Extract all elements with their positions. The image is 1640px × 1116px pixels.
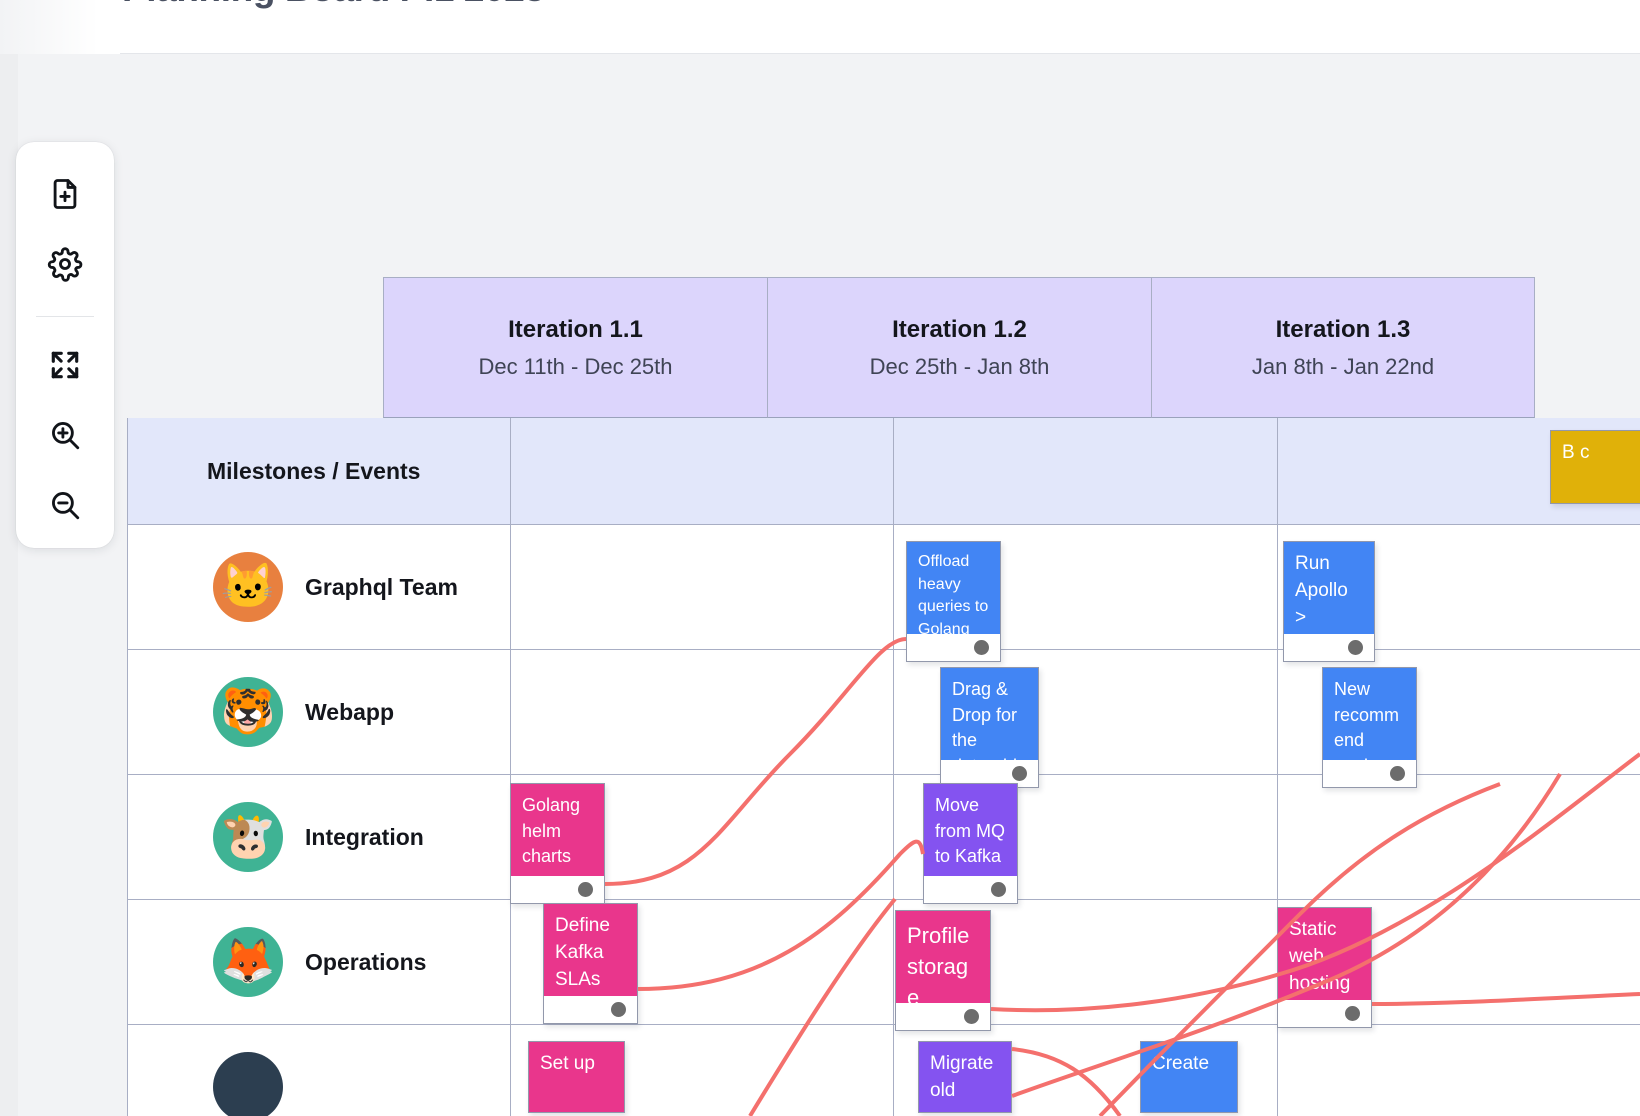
avatar: 🐯 bbox=[213, 677, 283, 747]
iteration-header-row: Iteration 1.1 Dec 11th - Dec 25th Iteratio… bbox=[383, 277, 1535, 418]
task-card-title: Move from MQ to Kafka bbox=[924, 784, 1017, 876]
team-name: Graphql Team bbox=[305, 573, 458, 600]
iteration-column-header[interactable]: Iteration 1.1 Dec 11th - Dec 25th bbox=[383, 277, 767, 418]
iteration-name: Iteration 1.1 bbox=[508, 315, 643, 343]
header-left-fade bbox=[0, 0, 120, 54]
team-row-label-cell[interactable]: 🐯 Webapp bbox=[127, 650, 510, 775]
board-cell[interactable] bbox=[510, 418, 894, 525]
milestones-row-label: Milestones / Events bbox=[207, 457, 421, 484]
task-card-status-dot[interactable] bbox=[964, 1009, 979, 1024]
iteration-dates: Dec 25th - Jan 8th bbox=[869, 353, 1050, 379]
task-card-title: Run Apollo > 3.13.0 bbox=[1284, 542, 1374, 655]
avatar: 🦊 bbox=[213, 927, 283, 997]
page-title: Planning Board PI1 2023 bbox=[122, 0, 545, 10]
row-cells bbox=[510, 775, 1640, 900]
task-card[interactable]: Create bbox=[1140, 1041, 1238, 1113]
row-cells bbox=[510, 650, 1640, 775]
team-name: Operations bbox=[305, 948, 427, 975]
team-row: 🐱 Graphql Team bbox=[127, 525, 1640, 650]
top-header-bar: Planning Board PI1 2023 bbox=[0, 0, 1640, 54]
avatar: 🐱 bbox=[213, 552, 283, 622]
iteration-column-header[interactable]: Iteration 1.3 Jan 8th - Jan 22nd bbox=[1151, 277, 1535, 418]
task-card-status-dot[interactable] bbox=[1345, 1006, 1360, 1021]
task-card[interactable]: Set up bbox=[528, 1041, 625, 1113]
team-row-label-cell[interactable]: 🐱 Graphql Team bbox=[127, 525, 510, 650]
task-card-title: New recommend engine bbox=[1323, 668, 1416, 776]
row-cells bbox=[510, 900, 1640, 1025]
board-cell[interactable] bbox=[1278, 1025, 1640, 1116]
task-card-title: Offload heavy queries to Golang bbox=[907, 542, 1000, 638]
row-cells bbox=[510, 1025, 1640, 1116]
task-card-footer[interactable] bbox=[511, 876, 604, 903]
team-row bbox=[127, 1025, 1640, 1116]
toolbar-divider bbox=[36, 316, 94, 317]
task-card-footer[interactable] bbox=[544, 996, 637, 1023]
task-card[interactable]: Run Apollo > 3.13.0 bbox=[1283, 541, 1375, 662]
task-card-status-dot[interactable] bbox=[1390, 766, 1405, 781]
task-card[interactable]: Migrate old bbox=[918, 1041, 1012, 1113]
task-card[interactable]: Static web hosting bbox=[1277, 907, 1372, 1028]
add-document-button[interactable] bbox=[35, 164, 95, 224]
task-card-status-dot[interactable] bbox=[1012, 766, 1027, 781]
avatar: 🐮 bbox=[213, 802, 283, 872]
milestones-row: Milestones / Events bbox=[127, 418, 1640, 525]
task-card-status-dot[interactable] bbox=[991, 882, 1006, 897]
team-row-label-cell[interactable]: 🦊 Operations bbox=[127, 900, 510, 1025]
task-card-title: Static web hosting bbox=[1278, 908, 1371, 1000]
board-toolbar bbox=[16, 142, 114, 548]
gear-icon bbox=[47, 246, 83, 282]
row-cells bbox=[510, 525, 1640, 650]
board-app: Planning Board PI1 2023 bbox=[0, 0, 1640, 1116]
task-card-status-dot[interactable] bbox=[611, 1002, 626, 1017]
task-card-footer[interactable] bbox=[924, 876, 1017, 903]
expand-icon bbox=[47, 347, 83, 383]
team-row-label-cell[interactable]: 🐮 Integration bbox=[127, 775, 510, 900]
zoom-in-icon bbox=[47, 417, 83, 453]
settings-button[interactable] bbox=[35, 234, 95, 294]
zoom-out-icon bbox=[47, 487, 83, 523]
task-card[interactable]: Drag & Drop for the datagrid bbox=[940, 667, 1039, 788]
task-card[interactable]: Offload heavy queries to Golang bbox=[906, 541, 1001, 662]
zoom-out-button[interactable] bbox=[35, 475, 95, 535]
fit-screen-button[interactable] bbox=[35, 335, 95, 395]
task-card[interactable]: B c bbox=[1550, 430, 1640, 504]
board-cell[interactable] bbox=[510, 650, 894, 775]
iteration-dates: Dec 11th - Dec 25th bbox=[478, 353, 673, 379]
team-row-label-cell[interactable] bbox=[127, 1025, 510, 1116]
task-card-title: Golang helm charts bbox=[511, 784, 604, 876]
file-plus-icon bbox=[47, 176, 83, 212]
milestones-row-label-cell: Milestones / Events bbox=[127, 418, 510, 525]
task-card[interactable]: Define Kafka SLAs bbox=[543, 903, 638, 1024]
board-cell[interactable] bbox=[510, 525, 894, 650]
row-cells bbox=[510, 418, 1640, 525]
team-name: Integration bbox=[305, 823, 424, 850]
task-card[interactable]: Profile storage bbox=[895, 910, 991, 1031]
task-card-title: Profile storage bbox=[896, 911, 990, 1010]
task-card[interactable]: Golang helm charts bbox=[510, 783, 605, 904]
task-card-title: Drag & Drop for the datagrid bbox=[941, 668, 1038, 776]
task-card-status-dot[interactable] bbox=[1348, 640, 1363, 655]
task-card-title: B c bbox=[1551, 431, 1640, 503]
team-row: 🦊 Operations bbox=[127, 900, 1640, 1025]
board-cell[interactable] bbox=[894, 418, 1278, 525]
task-card-footer[interactable] bbox=[1278, 1000, 1371, 1027]
iteration-dates: Jan 8th - Jan 22nd bbox=[1251, 353, 1435, 379]
task-card-status-dot[interactable] bbox=[974, 640, 989, 655]
board-cell[interactable] bbox=[1278, 775, 1640, 900]
task-card[interactable]: New recommend engine bbox=[1322, 667, 1417, 788]
task-card-title: Define Kafka SLAs bbox=[544, 904, 637, 996]
task-card-status-dot[interactable] bbox=[578, 882, 593, 897]
team-row: 🐮 Integration bbox=[127, 775, 1640, 900]
task-card[interactable]: Move from MQ to Kafka bbox=[923, 783, 1018, 904]
task-card-title: Migrate old bbox=[919, 1042, 1011, 1112]
zoom-in-button[interactable] bbox=[35, 405, 95, 465]
board-canvas[interactable]: Iteration 1.1 Dec 11th - Dec 25th Iteratio… bbox=[0, 54, 1640, 1116]
avatar bbox=[213, 1052, 283, 1116]
team-name: Webapp bbox=[305, 698, 395, 725]
task-card-title: Set up bbox=[529, 1042, 624, 1112]
task-card-title: Create bbox=[1141, 1042, 1237, 1112]
iteration-column-header[interactable]: Iteration 1.2 Dec 25th - Jan 8th bbox=[767, 277, 1151, 418]
iteration-name: Iteration 1.2 bbox=[892, 315, 1027, 343]
iteration-name: Iteration 1.3 bbox=[1275, 315, 1411, 343]
